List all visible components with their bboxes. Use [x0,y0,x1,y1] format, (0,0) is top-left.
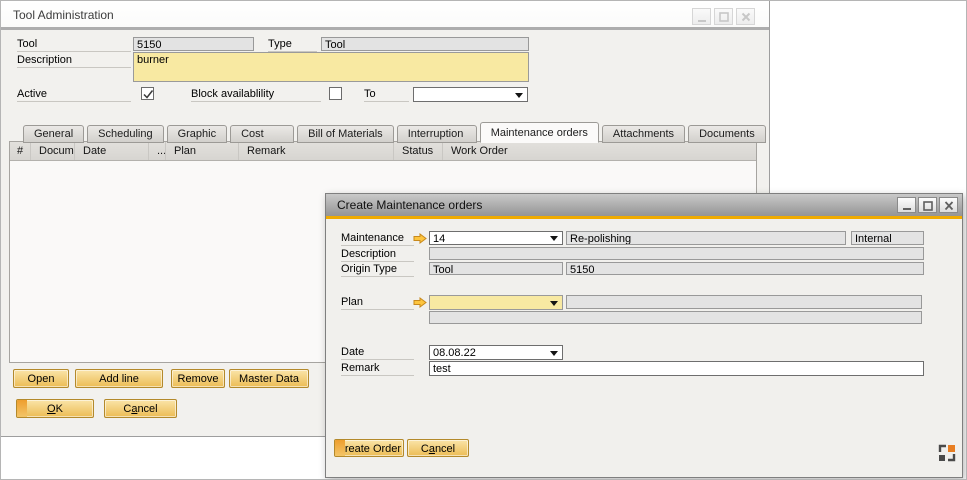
window-titlebar[interactable]: Tool Administration [1,1,769,30]
remove-button[interactable]: Remove [171,369,225,388]
type-label: Type [268,38,317,52]
link-arrow-icon[interactable] [413,297,427,308]
tab-strip: General Scheduling Graphic Cost Bill of … [23,122,766,143]
tool-label: Tool [17,38,131,52]
add-line-button[interactable]: Add line [75,369,163,388]
tab-scheduling[interactable]: Scheduling [87,125,163,143]
date-dropdown[interactable]: 08.08.22 [429,345,563,360]
cancel-button[interactable]: Cancel [104,399,177,418]
dialog-title: Create Maintenance orders [337,198,482,212]
maintenance-category-field: Internal [851,231,924,245]
tab-cost[interactable]: Cost [230,125,294,143]
block-availability-label: Block availablility [191,88,321,102]
link-arrow-icon[interactable] [413,233,427,244]
resize-grip-icon[interactable] [938,444,956,462]
tab-maintenance-orders[interactable]: Maintenance orders [480,122,599,143]
dialog-description-field [429,247,924,260]
dialog-window-controls [897,197,958,213]
remark-label: Remark [341,362,414,376]
close-icon[interactable] [939,197,958,213]
tab-bill-of-materials[interactable]: Bill of Materials [297,125,394,143]
column-header-remark[interactable]: Remark [239,142,394,160]
create-maintenance-orders-dialog: Create Maintenance orders Maintenance 14… [325,193,963,478]
window-title: Tool Administration [13,8,114,22]
column-header-work-order[interactable]: Work Order [443,142,756,160]
description-field[interactable]: burner [133,52,529,82]
maximize-icon[interactable] [714,8,733,25]
tab-attachments[interactable]: Attachments [602,125,685,143]
origin-type-label: Origin Type [341,263,414,277]
accent-bar [326,216,962,219]
plan-dropdown[interactable] [429,295,563,310]
origin-id-field: 5150 [566,262,924,275]
dialog-description-label: Description [341,248,414,262]
active-label: Active [17,88,131,102]
type-field: Tool [321,37,529,51]
tab-graphic[interactable]: Graphic [167,125,228,143]
block-availability-checkbox[interactable] [329,87,342,100]
active-checkbox[interactable] [141,87,154,100]
to-label: To [364,88,409,102]
dropdown-arrow-icon [515,93,523,98]
maintenance-dropdown[interactable]: 14 [429,231,563,245]
description-label: Description [17,54,131,68]
dropdown-arrow-icon [550,351,558,356]
maintenance-name-field: Re-polishing [566,231,846,245]
column-header-document[interactable]: Document [31,142,75,160]
plan-label: Plan [341,296,414,310]
dialog-titlebar[interactable]: Create Maintenance orders [326,194,962,216]
tab-interruption[interactable]: Interruption [397,125,477,143]
master-data-button[interactable]: Master Data [229,369,309,388]
column-header-number[interactable]: # [10,142,31,160]
dialog-cancel-button[interactable]: Cancel [407,439,469,457]
minimize-icon[interactable] [692,8,711,25]
minimize-icon[interactable] [897,197,916,213]
tool-code-field: 5150 [133,37,254,51]
column-header-status[interactable]: Status [394,142,443,160]
checkmark-icon [142,88,155,101]
date-label: Date [341,346,414,360]
dropdown-arrow-icon [550,236,558,241]
origin-type-field: Tool [429,262,563,275]
remark-input[interactable]: test [429,361,924,376]
maintenance-label: Maintenance [341,232,414,246]
close-icon[interactable] [736,8,755,25]
maximize-icon[interactable] [918,197,937,213]
column-header-date[interactable]: Date [75,142,149,160]
window-controls [692,8,755,25]
column-header-details[interactable]: ... [149,142,166,160]
to-dropdown[interactable] [413,87,528,102]
ok-button[interactable]: OK [16,399,94,418]
plan-detail-field [566,295,922,309]
dropdown-arrow-icon [550,301,558,306]
table-header-row: # Document Date ... Plan Remark Status W… [10,142,756,161]
create-order-button[interactable]: Create Order [334,439,404,457]
tab-documents[interactable]: Documents [688,125,766,143]
column-header-plan[interactable]: Plan [166,142,239,160]
open-button[interactable]: Open [13,369,69,388]
tab-general[interactable]: General [23,125,84,143]
plan-detail2-field [429,311,922,324]
